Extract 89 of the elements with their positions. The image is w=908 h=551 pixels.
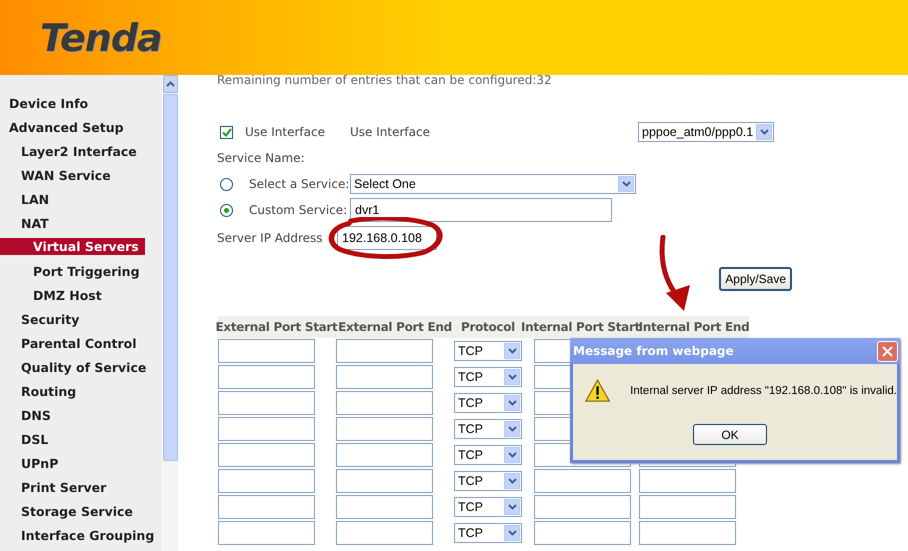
port-field[interactable] <box>218 495 315 519</box>
sidebar-item[interactable]: Layer2 Interface <box>0 139 137 163</box>
port-field[interactable] <box>336 391 433 415</box>
sidebar-item[interactable]: Storage Service <box>0 499 133 523</box>
scroll-thumb[interactable] <box>163 94 178 461</box>
port-field[interactable] <box>218 365 315 389</box>
column-header: Protocol <box>460 319 516 336</box>
dialog-message: Internal server IP address "192.168.0.108" is invalid. <box>630 385 897 397</box>
protocol-dropdown[interactable]: TCP <box>454 367 522 387</box>
sidebar-item[interactable]: DMZ Host <box>0 283 102 307</box>
sidebar-item[interactable]: Advanced Setup <box>0 115 124 139</box>
caret-icon <box>508 400 516 406</box>
sidebar-item[interactable]: Device Info <box>0 91 88 115</box>
caret-icon <box>508 530 516 536</box>
sidebar-item[interactable]: LAN <box>0 187 50 211</box>
port-field[interactable] <box>534 495 631 519</box>
port-field[interactable] <box>639 521 736 545</box>
scroll-up-button[interactable] <box>163 75 178 93</box>
sidebar-item[interactable]: Quality of Service <box>0 355 146 379</box>
sidebar-item[interactable]: Parental Control <box>0 331 137 355</box>
field-label: Server IP Address <box>217 231 324 245</box>
server-ip-field[interactable]: 192.168.0.108 <box>337 226 437 250</box>
port-field[interactable] <box>336 495 433 519</box>
port-field[interactable] <box>534 469 631 493</box>
port-field[interactable] <box>218 521 315 545</box>
protocol-dropdown[interactable]: TCP <box>454 497 522 517</box>
interface-dropdown[interactable]: pppoe_atm0/ppp0.1 <box>638 122 774 142</box>
radio-label: Custom Service: <box>249 203 348 217</box>
remaining-entries-text: Remaining number of entries that can be configured:32 <box>217 73 553 87</box>
checkbox-label: Use Interface <box>245 125 326 139</box>
caret-up-icon <box>166 81 175 87</box>
column-header: External Port End <box>338 319 453 336</box>
caret-icon <box>508 478 516 484</box>
protocol-dropdown[interactable]: TCP <box>454 393 522 413</box>
apply-save-button[interactable]: Apply/Save <box>719 267 792 291</box>
column-header: External Port Start <box>217 319 336 336</box>
port-field[interactable] <box>336 365 433 389</box>
protocol-dropdown[interactable]: TCP <box>454 523 522 543</box>
protocol-dropdown[interactable]: TCP <box>454 419 522 439</box>
caret-icon <box>508 374 516 380</box>
caret-icon <box>622 181 630 187</box>
radio-button[interactable] <box>220 178 233 190</box>
close-icon <box>882 346 893 356</box>
port-field[interactable] <box>336 521 433 545</box>
port-field[interactable] <box>336 417 433 441</box>
sidebar-item[interactable]: Virtual Servers <box>0 238 145 255</box>
protocol-dropdown[interactable]: TCP <box>454 445 522 465</box>
column-header: Internal Port End <box>639 319 749 336</box>
dialog-title: Message from webpage <box>573 344 734 358</box>
sidebar-item[interactable]: DNS <box>0 403 51 427</box>
port-field[interactable] <box>218 391 315 415</box>
radio-button[interactable] <box>220 204 233 216</box>
caret-icon <box>760 129 768 135</box>
port-field[interactable] <box>336 469 433 493</box>
port-field[interactable] <box>639 495 736 519</box>
port-field[interactable] <box>218 443 315 467</box>
port-field[interactable] <box>336 443 433 467</box>
sidebar-item[interactable]: WAN Service <box>0 163 111 187</box>
custom-service-field[interactable]: dvr1 <box>350 198 612 222</box>
port-field[interactable] <box>534 521 631 545</box>
radio-label: Select a Service: <box>249 177 350 191</box>
checkbox[interactable] <box>220 126 233 138</box>
column-header: Internal Port Start <box>522 319 639 336</box>
logo: Tenda <box>40 16 162 60</box>
sidebar-item[interactable]: Print Server <box>0 475 106 499</box>
port-field[interactable] <box>639 469 736 493</box>
field-label: Use Interface <box>350 125 431 139</box>
port-field[interactable] <box>218 469 315 493</box>
caret-icon <box>508 426 516 432</box>
sidebar-item[interactable]: Security <box>0 307 80 331</box>
sidebar-item[interactable]: Routing <box>0 379 76 403</box>
ok-button[interactable]: OK <box>693 424 767 445</box>
service-dropdown[interactable]: Select One <box>350 174 636 194</box>
field-label: Service Name: <box>217 151 305 165</box>
port-field[interactable] <box>218 417 315 441</box>
caret-icon <box>508 348 516 354</box>
caret-icon <box>508 452 516 458</box>
sidebar-item[interactable]: NAT <box>0 211 49 235</box>
protocol-dropdown[interactable]: TCP <box>454 341 522 361</box>
close-button[interactable] <box>877 340 898 362</box>
sidebar-item[interactable]: DSL <box>0 427 48 451</box>
sidebar-item[interactable]: UPnP <box>0 451 58 475</box>
port-field[interactable] <box>218 339 315 363</box>
caret-icon <box>508 504 516 510</box>
sidebar-item[interactable]: Port Triggering <box>0 259 140 283</box>
protocol-dropdown[interactable]: TCP <box>454 471 522 491</box>
sidebar-item[interactable]: Interface Grouping <box>0 523 154 547</box>
scrollbar[interactable] <box>162 75 178 551</box>
port-field[interactable] <box>336 339 433 363</box>
